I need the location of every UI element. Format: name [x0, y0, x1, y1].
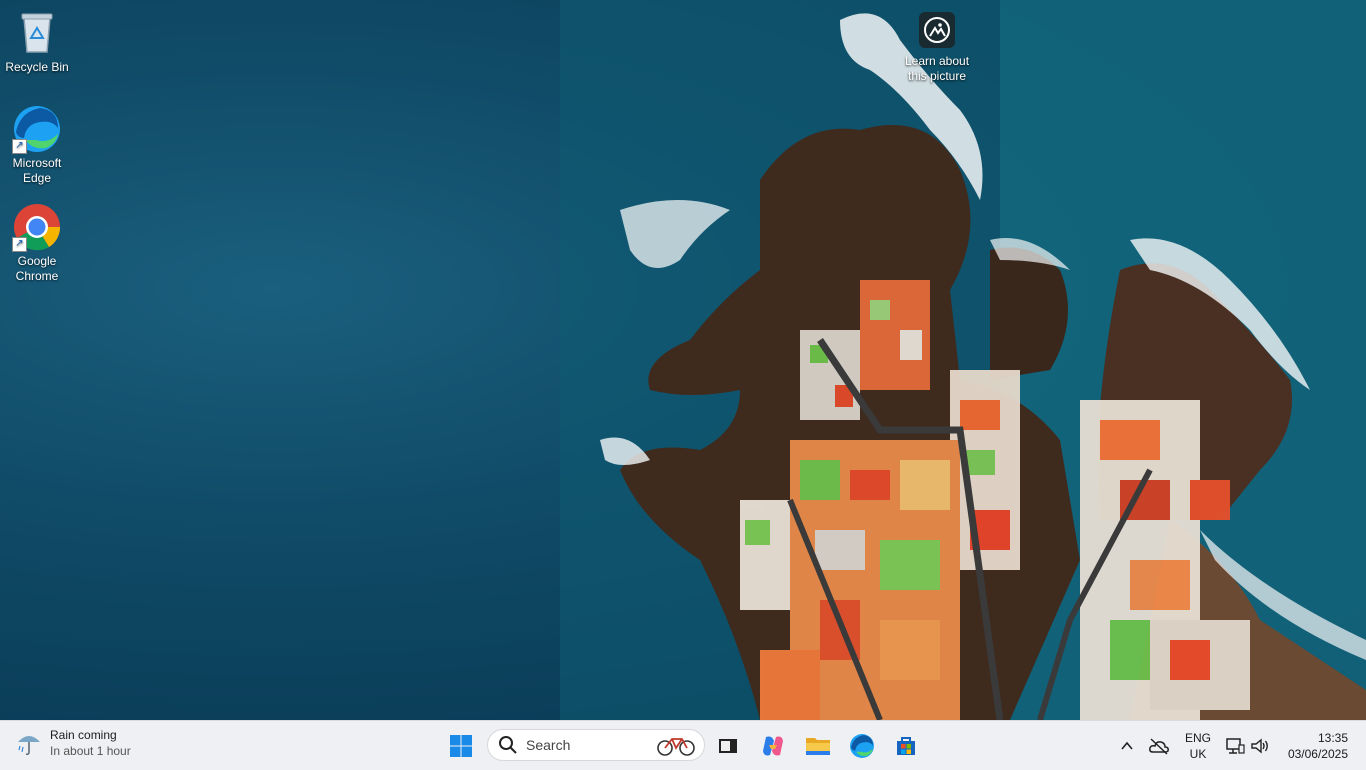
clock-time: 13:35 — [1317, 731, 1348, 745]
taskbar-search-box[interactable]: Search — [487, 729, 705, 761]
weather-widget[interactable]: Rain coming In about 1 hour — [14, 727, 131, 759]
microsoft-store-button[interactable] — [889, 729, 923, 763]
network-icon — [1226, 738, 1245, 754]
language-code: ENG — [1184, 731, 1211, 745]
onedrive-button[interactable] — [1144, 729, 1174, 763]
desktop-icon-recycle-bin[interactable]: Recycle Bin — [0, 8, 74, 75]
copilot-button[interactable] — [756, 729, 790, 763]
edge-icon: ↗ — [12, 104, 62, 154]
onedrive-offline-icon — [1149, 738, 1169, 755]
clock[interactable]: 13:35 03/06/2025 — [1282, 730, 1348, 762]
taskbar: Rain coming In about 1 hour Search ENG U… — [0, 720, 1366, 770]
search-placeholder: Search — [526, 737, 571, 753]
desktop-icon-microsoft-edge[interactable]: ↗ Microsoft Edge — [0, 104, 74, 186]
speaker-icon — [1251, 738, 1268, 754]
shortcut-arrow-icon: ↗ — [12, 237, 27, 252]
desktop-wallpaper: Recycle Bin ↗ Microsoft Edge ↗ Google Ch… — [0, 0, 1366, 720]
copilot-icon — [763, 736, 783, 756]
chevron-up-icon — [1121, 741, 1133, 750]
weather-title: Rain coming — [50, 728, 117, 742]
edge-taskbar-button[interactable] — [845, 729, 879, 763]
wallpaper-image — [560, 0, 1366, 720]
edge-icon — [850, 734, 874, 758]
chrome-icon: ↗ — [12, 202, 62, 252]
desktop-icon-google-chrome[interactable]: ↗ Google Chrome — [0, 202, 74, 284]
bicycle-highlight-icon — [657, 738, 695, 756]
learn-about-picture[interactable]: Learn about this picture — [900, 12, 974, 84]
microsoft-store-icon — [897, 737, 915, 755]
camera-info-icon — [919, 12, 955, 48]
start-button[interactable] — [444, 729, 478, 763]
rain-umbrella-icon — [18, 736, 40, 756]
task-view-icon — [719, 739, 737, 753]
weather-subtitle: In about 1 hour — [50, 744, 131, 758]
volume-button[interactable] — [1245, 729, 1275, 763]
show-hidden-icons-button[interactable] — [1112, 729, 1142, 763]
desktop-icon-label: Google Chrome — [15, 254, 59, 283]
keyboard-layout: UK — [1189, 747, 1207, 761]
shortcut-arrow-icon: ↗ — [12, 139, 27, 154]
task-view-button[interactable] — [711, 729, 745, 763]
desktop-icon-label: Recycle Bin — [5, 60, 69, 74]
desktop-icon-label: Microsoft Edge — [12, 156, 62, 185]
file-explorer-icon — [806, 738, 830, 755]
file-explorer-button[interactable] — [801, 729, 835, 763]
learn-about-label: Learn about this picture — [904, 54, 970, 83]
recycle-bin-icon — [12, 8, 62, 58]
search-icon — [499, 736, 517, 754]
start-icon — [450, 735, 472, 757]
clock-date: 03/06/2025 — [1287, 747, 1348, 761]
language-indicator[interactable]: ENG UK — [1184, 730, 1212, 762]
